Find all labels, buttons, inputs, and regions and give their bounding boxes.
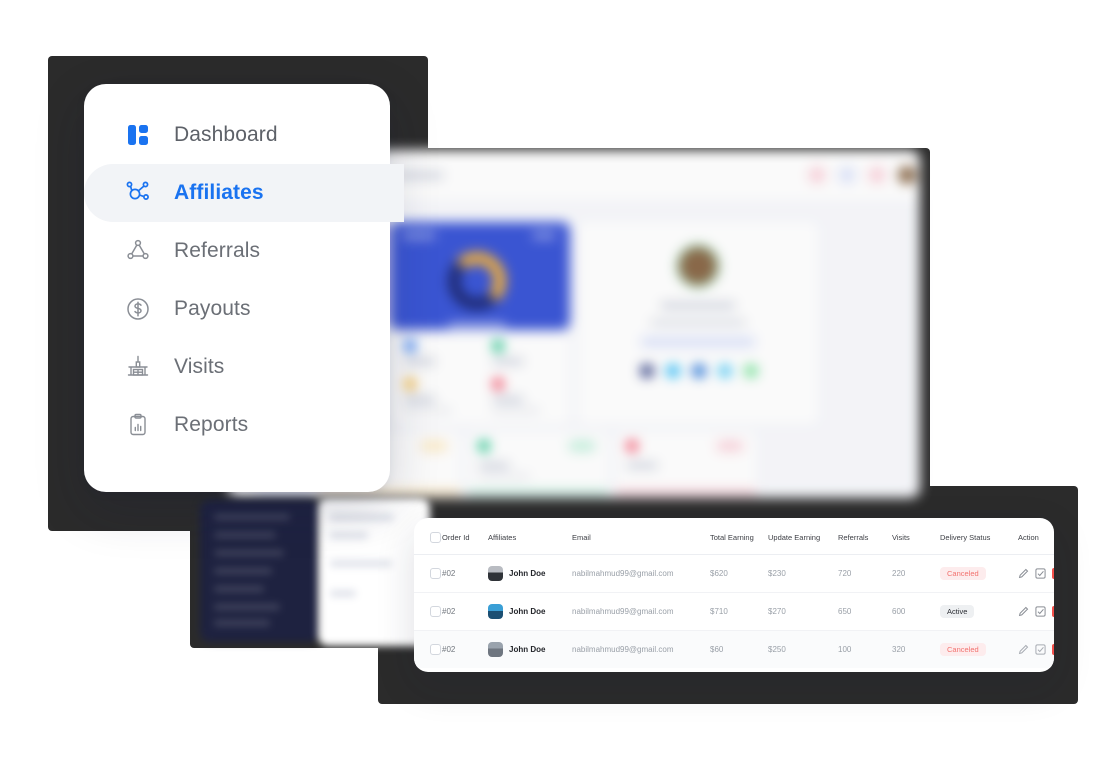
approve-checkbox-icon[interactable] [1035,568,1046,579]
mock-strip-card-4 [616,432,756,494]
edit-pencil-icon[interactable] [1018,568,1029,579]
mock-strip-card-3 [468,432,608,494]
table-header-row: Order Id Affiliates Email Total Earning … [414,518,1054,555]
cell-referrals: 100 [838,630,892,668]
kiosk-building-icon [120,349,156,385]
cell-update-earning: $250 [768,630,838,668]
row-select-cell[interactable] [414,554,442,593]
sidebar-item-payouts[interactable]: Payouts [84,280,390,338]
row-select-cell[interactable] [414,630,442,668]
cell-delivery-status: Canceled [940,630,1018,668]
navigation-menu-card: Dashboard Affiliates Referrals Payouts V… [84,84,404,492]
cell-visits: 600 [892,592,940,631]
cell-visits: 220 [892,554,940,593]
table-row[interactable]: #02 John Doe nabilmahmud99@gmail.com $62… [414,554,1054,593]
cell-total-earning: $620 [710,554,768,593]
cell-referrals: 720 [838,554,892,593]
delete-trash-icon[interactable] [1052,644,1054,655]
mock-card-quad-stats [390,334,570,424]
column-header-referrals[interactable]: Referrals [838,518,892,555]
cell-order-id: #02 [442,630,488,668]
sidebar-item-label: Reports [174,413,249,436]
grid-blocks-icon [120,117,156,153]
approve-checkbox-icon[interactable] [1035,644,1046,655]
approve-checkbox-icon[interactable] [1035,606,1046,617]
column-header-update-earning[interactable]: Update Earning [768,518,838,555]
column-header-order-id[interactable]: Order Id [442,518,488,555]
cell-actions [1018,592,1054,631]
affiliate-name: John Doe [509,569,546,578]
column-header-visits[interactable]: Visits [892,518,940,555]
column-header-delivery-status[interactable]: Delivery Status [940,518,1018,555]
sidebar-item-label: Payouts [174,297,251,320]
cell-total-earning: $710 [710,592,768,631]
mock-card-profile [578,222,818,424]
sidebar-item-referrals[interactable]: Referrals [84,222,390,280]
cell-email: nabilmahmud99@gmail.com [572,592,710,631]
avatar [488,566,503,581]
column-header-total-earning[interactable]: Total Earning [710,518,768,555]
status-badge: Canceled [940,566,986,581]
dollar-circle-icon [120,291,156,327]
cell-total-earning: $60 [710,630,768,668]
table-body: #02 John Doe nabilmahmud99@gmail.com $62… [414,554,1054,668]
cell-update-earning: $270 [768,592,838,631]
affiliate-name: John Doe [509,645,546,654]
mock-card-donut [390,222,570,330]
cell-visits: 320 [892,630,940,668]
cell-update-earning: $230 [768,554,838,593]
cell-email: nabilmahmud99@gmail.com [572,554,710,593]
cell-actions [1018,554,1054,593]
select-all-header[interactable] [414,518,442,555]
triangle-network-icon [120,233,156,269]
sidebar-item-reports[interactable]: Reports [84,396,390,454]
cell-affiliate: John Doe [488,630,572,668]
edit-pencil-icon[interactable] [1018,644,1029,655]
network-hub-icon [120,175,156,211]
cell-actions [1018,630,1054,668]
column-header-affiliates[interactable]: Affiliates [488,518,572,555]
cell-email: nabilmahmud99@gmail.com [572,630,710,668]
cell-delivery-status: Active [940,592,1018,631]
blurred-dark-sidebar-mockup [200,500,320,642]
table-row[interactable]: #02 John Doe nabilmahmud99@gmail.com $71… [414,592,1054,631]
screenshot-root: Dashboard Affiliates Referrals Payouts V… [0,0,1112,768]
sidebar-item-label: Affiliates [174,181,264,204]
column-header-action: Action [1018,518,1054,555]
sidebar-item-affiliates[interactable]: Affiliates [84,164,404,222]
table-header: Order Id Affiliates Email Total Earning … [414,518,1054,555]
column-header-email[interactable]: Email [572,518,710,555]
sidebar-item-label: Visits [174,355,225,378]
status-badge: Canceled [940,642,986,657]
avatar [488,604,503,619]
cell-order-id: #02 [442,554,488,593]
avatar [488,642,503,657]
status-badge: Active [940,604,975,619]
table-row[interactable]: #02 John Doe nabilmahmud99@gmail.com $60… [414,630,1054,668]
row-checkbox[interactable] [430,568,441,579]
row-checkbox[interactable] [430,606,441,617]
cell-affiliate: John Doe [488,592,572,631]
clipboard-chart-icon [120,407,156,443]
edit-pencil-icon[interactable] [1018,606,1029,617]
affiliates-table-card: Order Id Affiliates Email Total Earning … [414,518,1054,672]
cell-delivery-status: Canceled [940,554,1018,593]
cell-order-id: #02 [442,592,488,631]
sidebar-item-dashboard[interactable]: Dashboard [84,106,390,164]
delete-trash-icon[interactable] [1052,568,1054,579]
delete-trash-icon[interactable] [1052,606,1054,617]
row-checkbox[interactable] [430,644,441,655]
sidebar-item-visits[interactable]: Visits [84,338,390,396]
cell-affiliate: John Doe [488,554,572,593]
row-select-cell[interactable] [414,592,442,631]
affiliate-name: John Doe [509,607,546,616]
affiliates-table: Order Id Affiliates Email Total Earning … [414,518,1054,668]
select-all-checkbox[interactable] [430,532,441,543]
sidebar-item-label: Referrals [174,239,261,262]
cell-referrals: 650 [838,592,892,631]
sidebar-item-label: Dashboard [174,123,278,146]
